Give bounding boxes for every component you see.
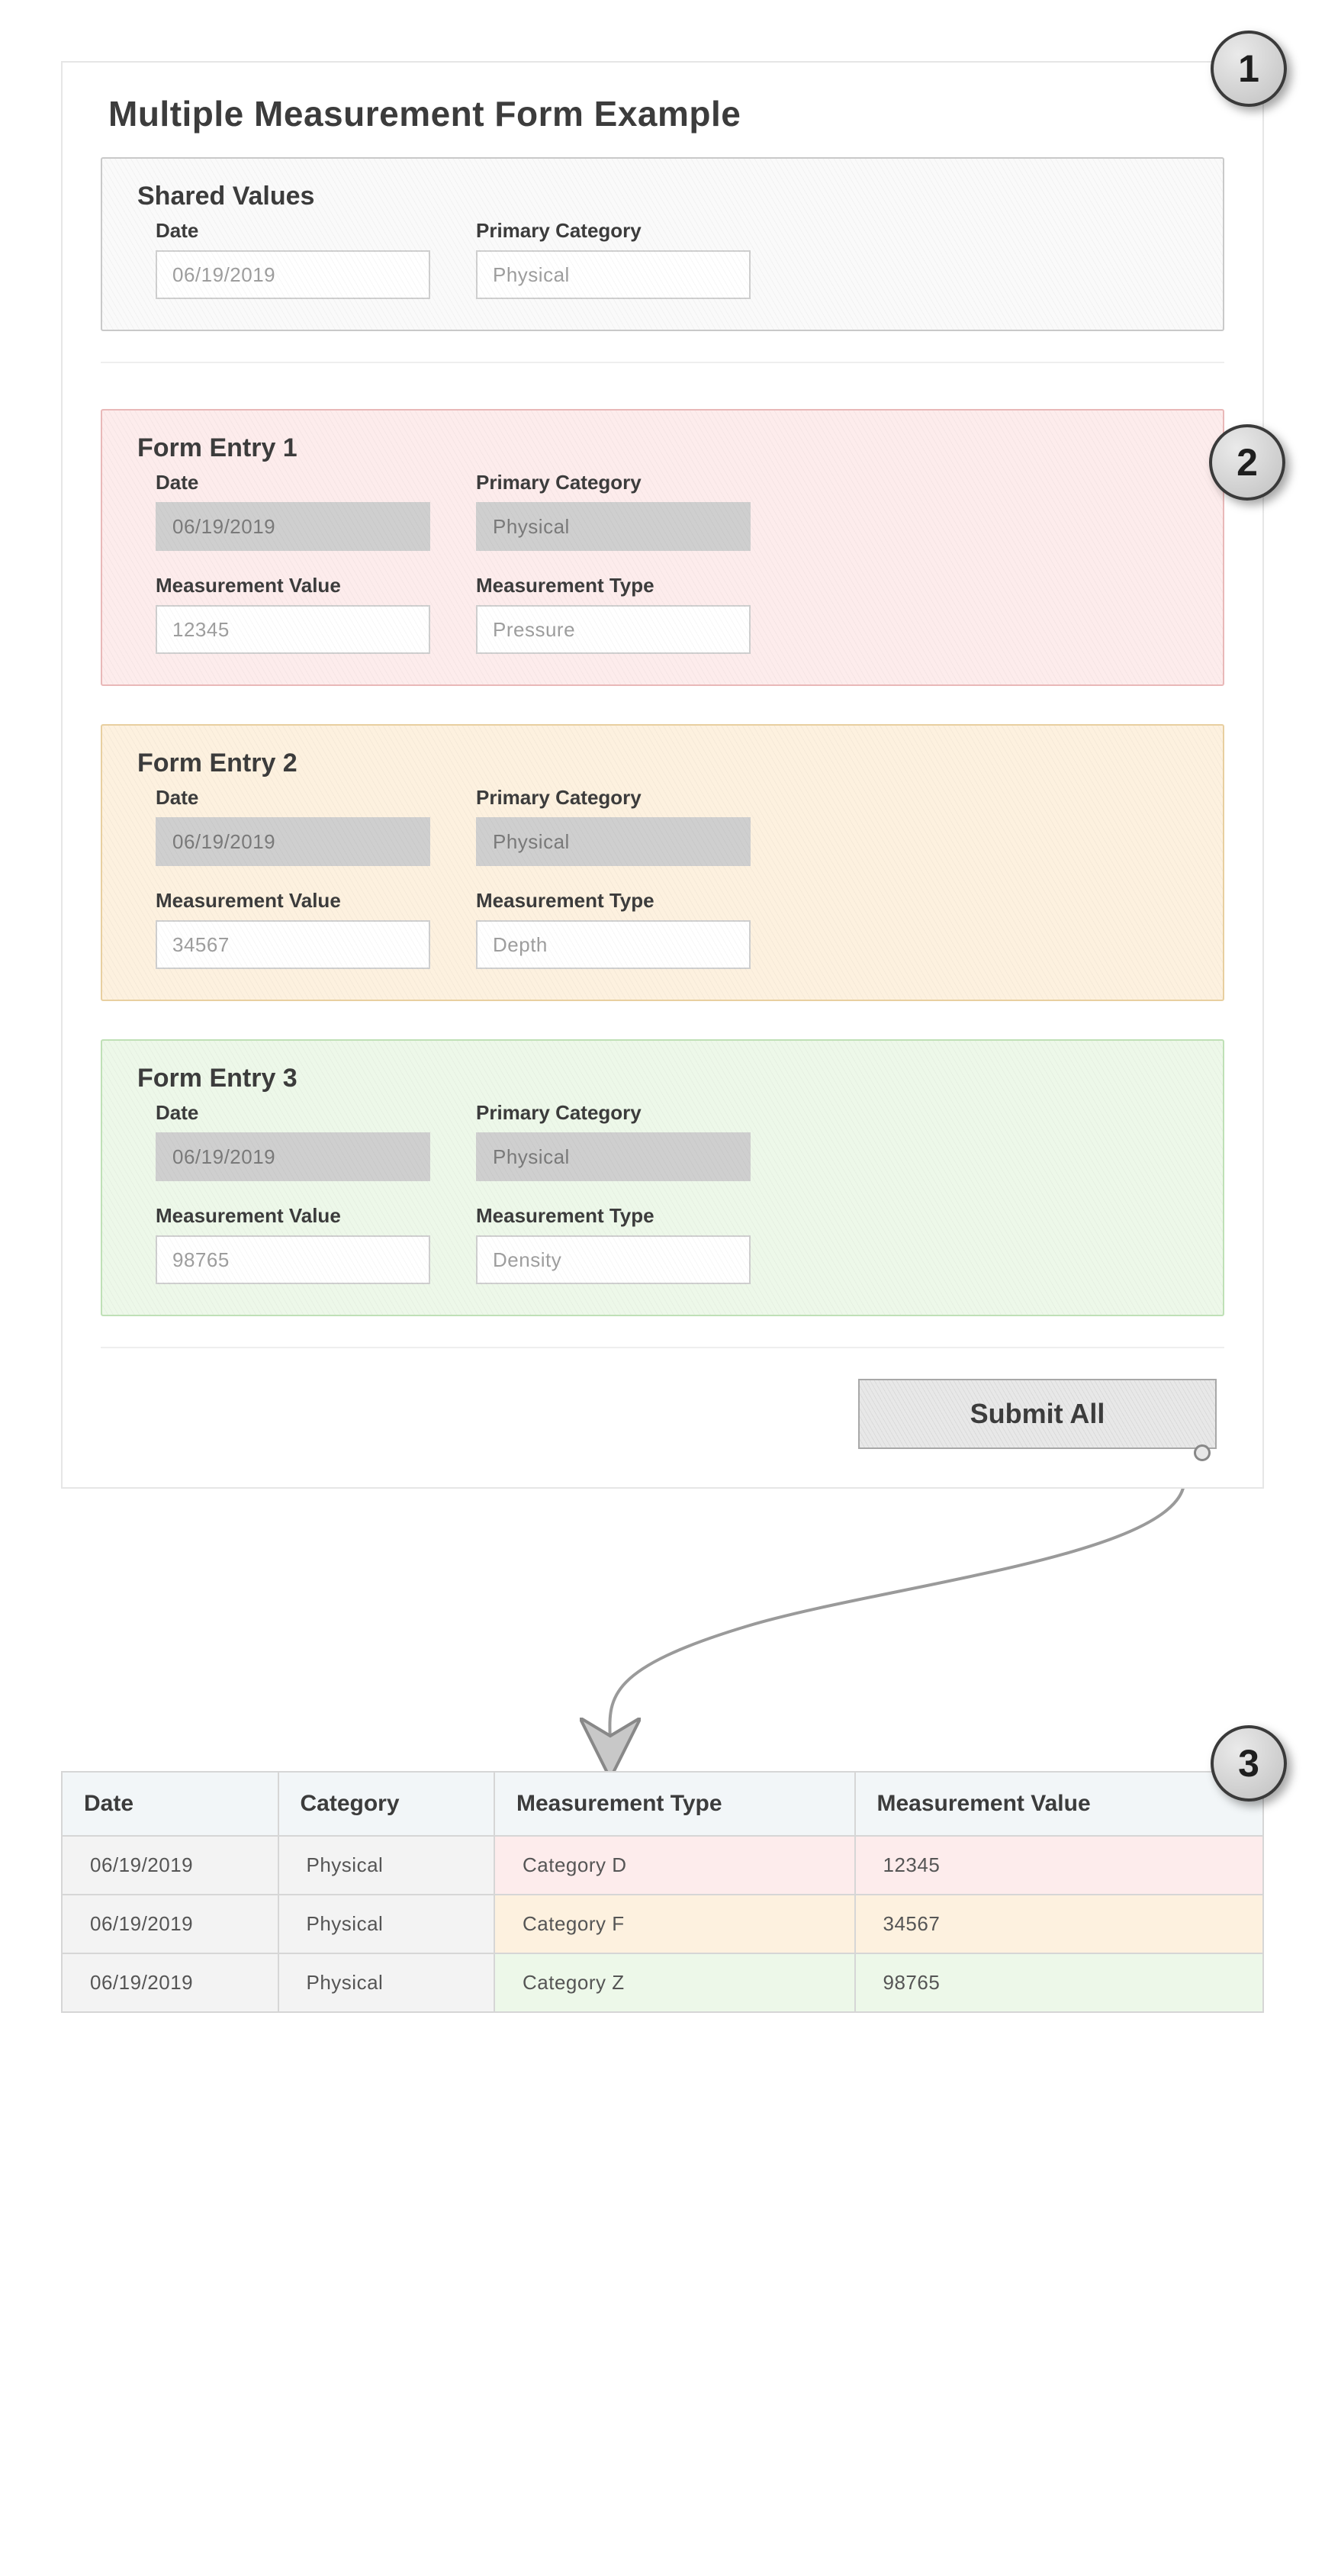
table-row: 06/19/2019 Physical Category D 12345	[62, 1836, 1263, 1895]
shared-values-section: Shared Values Date 06/19/2019 Primary Ca…	[101, 157, 1224, 331]
table-row: 06/19/2019 Physical Category Z 98765	[62, 1953, 1263, 2012]
entry-1-type-input[interactable]: Pressure	[476, 605, 751, 654]
shared-date-label: Date	[156, 219, 430, 243]
entry-2-date-input: 06/19/2019	[156, 817, 430, 866]
cell-type: Category D	[494, 1836, 855, 1895]
entry-3-category-label: Primary Category	[476, 1101, 751, 1125]
entry-1-category-label: Primary Category	[476, 471, 751, 494]
th-type: Measurement Type	[494, 1772, 855, 1836]
form-entry-1: Form Entry 1 Date 06/19/2019 Primary Cat…	[101, 409, 1224, 686]
th-value: Measurement Value	[855, 1772, 1264, 1836]
arrow-origin-dot-icon	[1194, 1444, 1211, 1461]
entry-2-type-label: Measurement Type	[476, 889, 751, 913]
cell-type: Category Z	[494, 1953, 855, 2012]
cell-type: Category F	[494, 1895, 855, 1953]
entry-2-category-label: Primary Category	[476, 786, 751, 810]
entry-1-value-input[interactable]: 12345	[156, 605, 430, 654]
entry-1-type-label: Measurement Type	[476, 574, 751, 597]
cell-category: Physical	[278, 1895, 495, 1953]
entry-3-type-label: Measurement Type	[476, 1204, 751, 1228]
shared-values-title: Shared Values	[137, 182, 1192, 211]
page-title: Multiple Measurement Form Example	[108, 93, 1224, 134]
form-entry-3: Form Entry 3 Date 06/19/2019 Primary Cat…	[101, 1039, 1224, 1316]
shared-category-label: Primary Category	[476, 219, 751, 243]
flow-arrow	[61, 1489, 1264, 1771]
submit-all-label: Submit All	[970, 1398, 1105, 1430]
entry-3-value-input[interactable]: 98765	[156, 1235, 430, 1284]
callout-badge-2: 2	[1209, 424, 1285, 501]
submit-all-button[interactable]: Submit All	[858, 1379, 1217, 1449]
cell-category: Physical	[278, 1836, 495, 1895]
entry-2-date-label: Date	[156, 786, 430, 810]
entry-3-value-label: Measurement Value	[156, 1204, 430, 1228]
cell-date: 06/19/2019	[62, 1953, 278, 2012]
entry-3-type-input[interactable]: Density	[476, 1235, 751, 1284]
entry-1-value-label: Measurement Value	[156, 574, 430, 597]
entry-1-date-input: 06/19/2019	[156, 502, 430, 551]
form-card: Multiple Measurement Form Example Shared…	[61, 61, 1264, 1489]
entry-3-date-label: Date	[156, 1101, 430, 1125]
cell-category: Physical	[278, 1953, 495, 2012]
cell-date: 06/19/2019	[62, 1895, 278, 1953]
entry-2-title: Form Entry 2	[137, 749, 1192, 778]
entry-2-category-input: Physical	[476, 817, 751, 866]
callout-badge-3: 3	[1211, 1725, 1287, 1802]
entry-2-value-label: Measurement Value	[156, 889, 430, 913]
entry-1-title: Form Entry 1	[137, 433, 1192, 463]
th-category: Category	[278, 1772, 495, 1836]
cell-value: 12345	[855, 1836, 1264, 1895]
entry-3-title: Form Entry 3	[137, 1064, 1192, 1093]
cell-value: 98765	[855, 1953, 1264, 2012]
entry-2-type-input[interactable]: Depth	[476, 920, 751, 969]
shared-date-input[interactable]: 06/19/2019	[156, 250, 430, 299]
result-table: Date Category Measurement Type Measureme…	[61, 1771, 1264, 2013]
th-date: Date	[62, 1772, 278, 1836]
cell-date: 06/19/2019	[62, 1836, 278, 1895]
shared-category-input[interactable]: Physical	[476, 250, 751, 299]
form-entry-2: Form Entry 2 Date 06/19/2019 Primary Cat…	[101, 724, 1224, 1001]
table-header-row: Date Category Measurement Type Measureme…	[62, 1772, 1263, 1836]
callout-badge-1: 1	[1211, 31, 1287, 107]
entry-3-category-input: Physical	[476, 1132, 751, 1181]
entry-3-date-input: 06/19/2019	[156, 1132, 430, 1181]
entry-1-date-label: Date	[156, 471, 430, 494]
table-row: 06/19/2019 Physical Category F 34567	[62, 1895, 1263, 1953]
cell-value: 34567	[855, 1895, 1264, 1953]
entry-2-value-input[interactable]: 34567	[156, 920, 430, 969]
entry-1-category-input: Physical	[476, 502, 751, 551]
